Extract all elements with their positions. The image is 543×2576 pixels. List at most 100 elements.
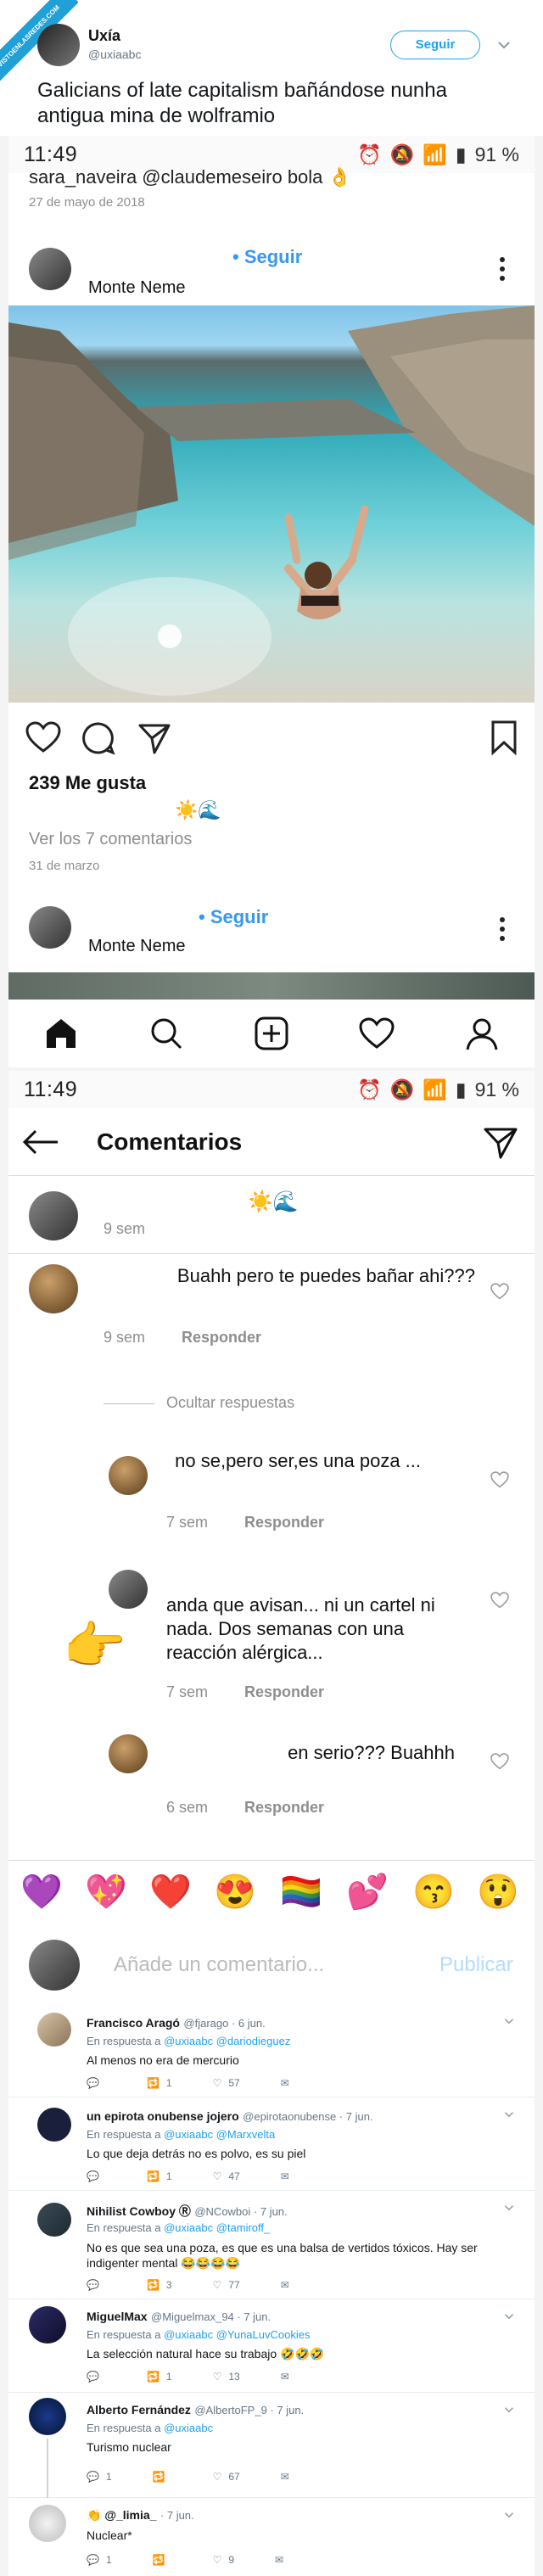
reply-to[interactable]: @uxiaabc @dariodieguez: [164, 2035, 290, 2047]
reply-to[interactable]: @uxiaabc @tamiroff_: [164, 2221, 270, 2234]
like-heart-icon[interactable]: [25, 721, 61, 753]
comment-input[interactable]: Añade un comentario...: [114, 1953, 324, 1977]
tweet-author[interactable]: un epirota onubense jojero: [87, 2109, 239, 2123]
likes-count[interactable]: 239 Me gusta: [29, 772, 146, 794]
next-post-follow-button[interactable]: • Seguir: [199, 906, 268, 928]
reply-button[interactable]: Responder: [244, 1514, 324, 1532]
like-icon[interactable]: ♡ 67: [213, 2471, 240, 2483]
chevron-down-icon[interactable]: [504, 2406, 514, 2413]
tweet-avatar[interactable]: [29, 2306, 66, 2344]
reply-icon[interactable]: 💬: [87, 2077, 106, 2089]
reply-icon[interactable]: 💬 1: [87, 2554, 112, 2566]
reaction-rainbow-flag[interactable]: 🏳️‍🌈: [280, 1871, 322, 1913]
retweet-icon[interactable]: 🔁 3: [147, 2279, 172, 2291]
post-follow-button[interactable]: • Seguir: [232, 246, 302, 268]
reply-button[interactable]: Responder: [244, 1799, 324, 1817]
post-location[interactable]: Monte Neme: [88, 278, 186, 298]
home-icon[interactable]: [43, 1016, 79, 1051]
hide-replies-button[interactable]: Ocultar respuestas: [166, 1394, 294, 1412]
reply-icon[interactable]: 💬: [87, 2371, 106, 2383]
tweet-author[interactable]: Francisco Aragó: [87, 2016, 180, 2030]
like-heart-icon[interactable]: [490, 1753, 509, 1770]
dm-icon[interactable]: ✉: [281, 2077, 289, 2089]
reaction-red-heart[interactable]: ❤️: [149, 1871, 192, 1913]
reply-icon[interactable]: 💬 1: [87, 2471, 112, 2483]
tweet-avatar[interactable]: [29, 2505, 66, 2542]
reaction-kissing-face[interactable]: 😙: [412, 1871, 455, 1913]
reply-to[interactable]: @uxiaabc: [164, 2422, 213, 2434]
more-options-icon[interactable]: [499, 916, 506, 942]
avatar[interactable]: [37, 24, 80, 66]
profile-icon[interactable]: [464, 1016, 500, 1051]
retweet-icon[interactable]: 🔁 1: [147, 2170, 172, 2182]
like-icon[interactable]: ♡ 47: [213, 2170, 240, 2182]
tweet-avatar[interactable]: [37, 2203, 71, 2237]
tweet-reply[interactable]: Nihilist Cowboy Ⓡ @NCowboi · 7 jun. En r…: [8, 2191, 535, 2299]
activity-heart-icon[interactable]: [359, 1016, 395, 1050]
dm-icon[interactable]: ✉: [281, 2279, 289, 2291]
like-icon[interactable]: ♡ 57: [213, 2077, 240, 2089]
reply-icon[interactable]: 💬: [87, 2279, 106, 2291]
view-comments-link[interactable]: Ver los 7 comentarios: [29, 830, 192, 849]
tweet-reply[interactable]: un epirota onubense jojero @epirotaonube…: [8, 2097, 535, 2191]
reaction-sparkling-heart[interactable]: 💖: [85, 1871, 127, 1913]
publish-button[interactable]: Publicar: [439, 1953, 513, 1977]
chevron-down-icon[interactable]: [504, 2512, 514, 2518]
post-avatar[interactable]: [29, 248, 71, 290]
dm-icon[interactable]: ✉: [281, 2170, 289, 2182]
chevron-down-icon[interactable]: [497, 41, 511, 49]
chevron-down-icon[interactable]: [504, 2313, 514, 2320]
reaction-astonished-face[interactable]: 😲: [477, 1871, 519, 1913]
comment-avatar[interactable]: [29, 1264, 78, 1313]
dm-icon[interactable]: ✉: [281, 2371, 289, 2383]
reply-to[interactable]: @uxiaabc @Marxvelta: [164, 2128, 275, 2141]
reply-avatar[interactable]: [109, 1456, 148, 1495]
reply-avatar[interactable]: [109, 1570, 148, 1609]
reply-to[interactable]: @uxiaabc @YunaLuvCookies: [164, 2328, 310, 2341]
reaction-purple-heart[interactable]: 💜: [20, 1871, 63, 1913]
reply-icon[interactable]: 💬: [87, 2170, 106, 2182]
like-heart-icon[interactable]: [490, 1471, 509, 1488]
chevron-down-icon[interactable]: [504, 2111, 514, 2118]
bookmark-icon[interactable]: [490, 720, 518, 755]
tweet-author[interactable]: Alberto Fernández: [87, 2403, 191, 2416]
tweet-reply[interactable]: Alberto Fernández @AlbertoFP_9 · 7 jun. …: [8, 2393, 535, 2498]
dm-icon[interactable]: ✉: [281, 2471, 289, 2483]
tweet-author[interactable]: Nihilist Cowboy Ⓡ: [87, 2204, 191, 2218]
direct-share-icon[interactable]: [484, 1127, 518, 1159]
share-icon[interactable]: [137, 721, 171, 755]
retweet-icon[interactable]: 🔁 1: [147, 2371, 172, 2383]
tweet-avatar[interactable]: [37, 2108, 71, 2142]
author-name[interactable]: Uxía: [88, 27, 120, 45]
search-icon[interactable]: [148, 1016, 184, 1051]
like-icon[interactable]: ♡ 77: [213, 2279, 240, 2291]
tweet-reply[interactable]: 👏 @_limia_ · 7 jun. Nuclear* 💬 1 🔁 ♡ 9 ✉: [8, 2498, 535, 2576]
post-photo[interactable]: [8, 305, 535, 703]
tweet-author[interactable]: MiguelMax: [87, 2310, 148, 2323]
reaction-heart-eyes[interactable]: 😍: [214, 1871, 256, 1913]
tweet-author[interactable]: 👏 @_limia_: [87, 2508, 156, 2522]
retweet-icon[interactable]: 🔁 1: [147, 2077, 172, 2089]
reply-button[interactable]: Responder: [182, 1329, 261, 1347]
retweet-icon[interactable]: 🔁: [153, 2471, 172, 2483]
tweet-reply[interactable]: MiguelMax @Miguelmax_94 · 7 jun. En resp…: [8, 2299, 535, 2393]
next-post-location[interactable]: Monte Neme: [88, 937, 186, 956]
reply-button[interactable]: Responder: [244, 1683, 324, 1701]
tweet-avatar[interactable]: [29, 2398, 66, 2435]
chevron-down-icon[interactable]: [504, 2204, 514, 2211]
new-post-icon[interactable]: [254, 1016, 289, 1051]
reaction-two-hearts[interactable]: 💕: [346, 1871, 389, 1913]
tweet-avatar[interactable]: [37, 2013, 71, 2047]
like-icon[interactable]: ♡ 9: [213, 2554, 234, 2566]
like-heart-icon[interactable]: [490, 1283, 509, 1300]
back-arrow-icon[interactable]: [22, 1128, 59, 1156]
comment-icon[interactable]: [81, 721, 115, 755]
tweet-reply[interactable]: Francisco Aragó @fjarago · 6 jun. En res…: [8, 2004, 535, 2097]
more-options-icon[interactable]: [499, 256, 506, 282]
next-post-avatar[interactable]: [29, 906, 71, 949]
like-heart-icon[interactable]: [490, 1592, 509, 1609]
follow-button[interactable]: Seguir: [390, 31, 480, 59]
chevron-down-icon[interactable]: [504, 2018, 514, 2024]
reply-avatar[interactable]: [109, 1734, 148, 1773]
dm-icon[interactable]: ✉: [275, 2554, 283, 2566]
